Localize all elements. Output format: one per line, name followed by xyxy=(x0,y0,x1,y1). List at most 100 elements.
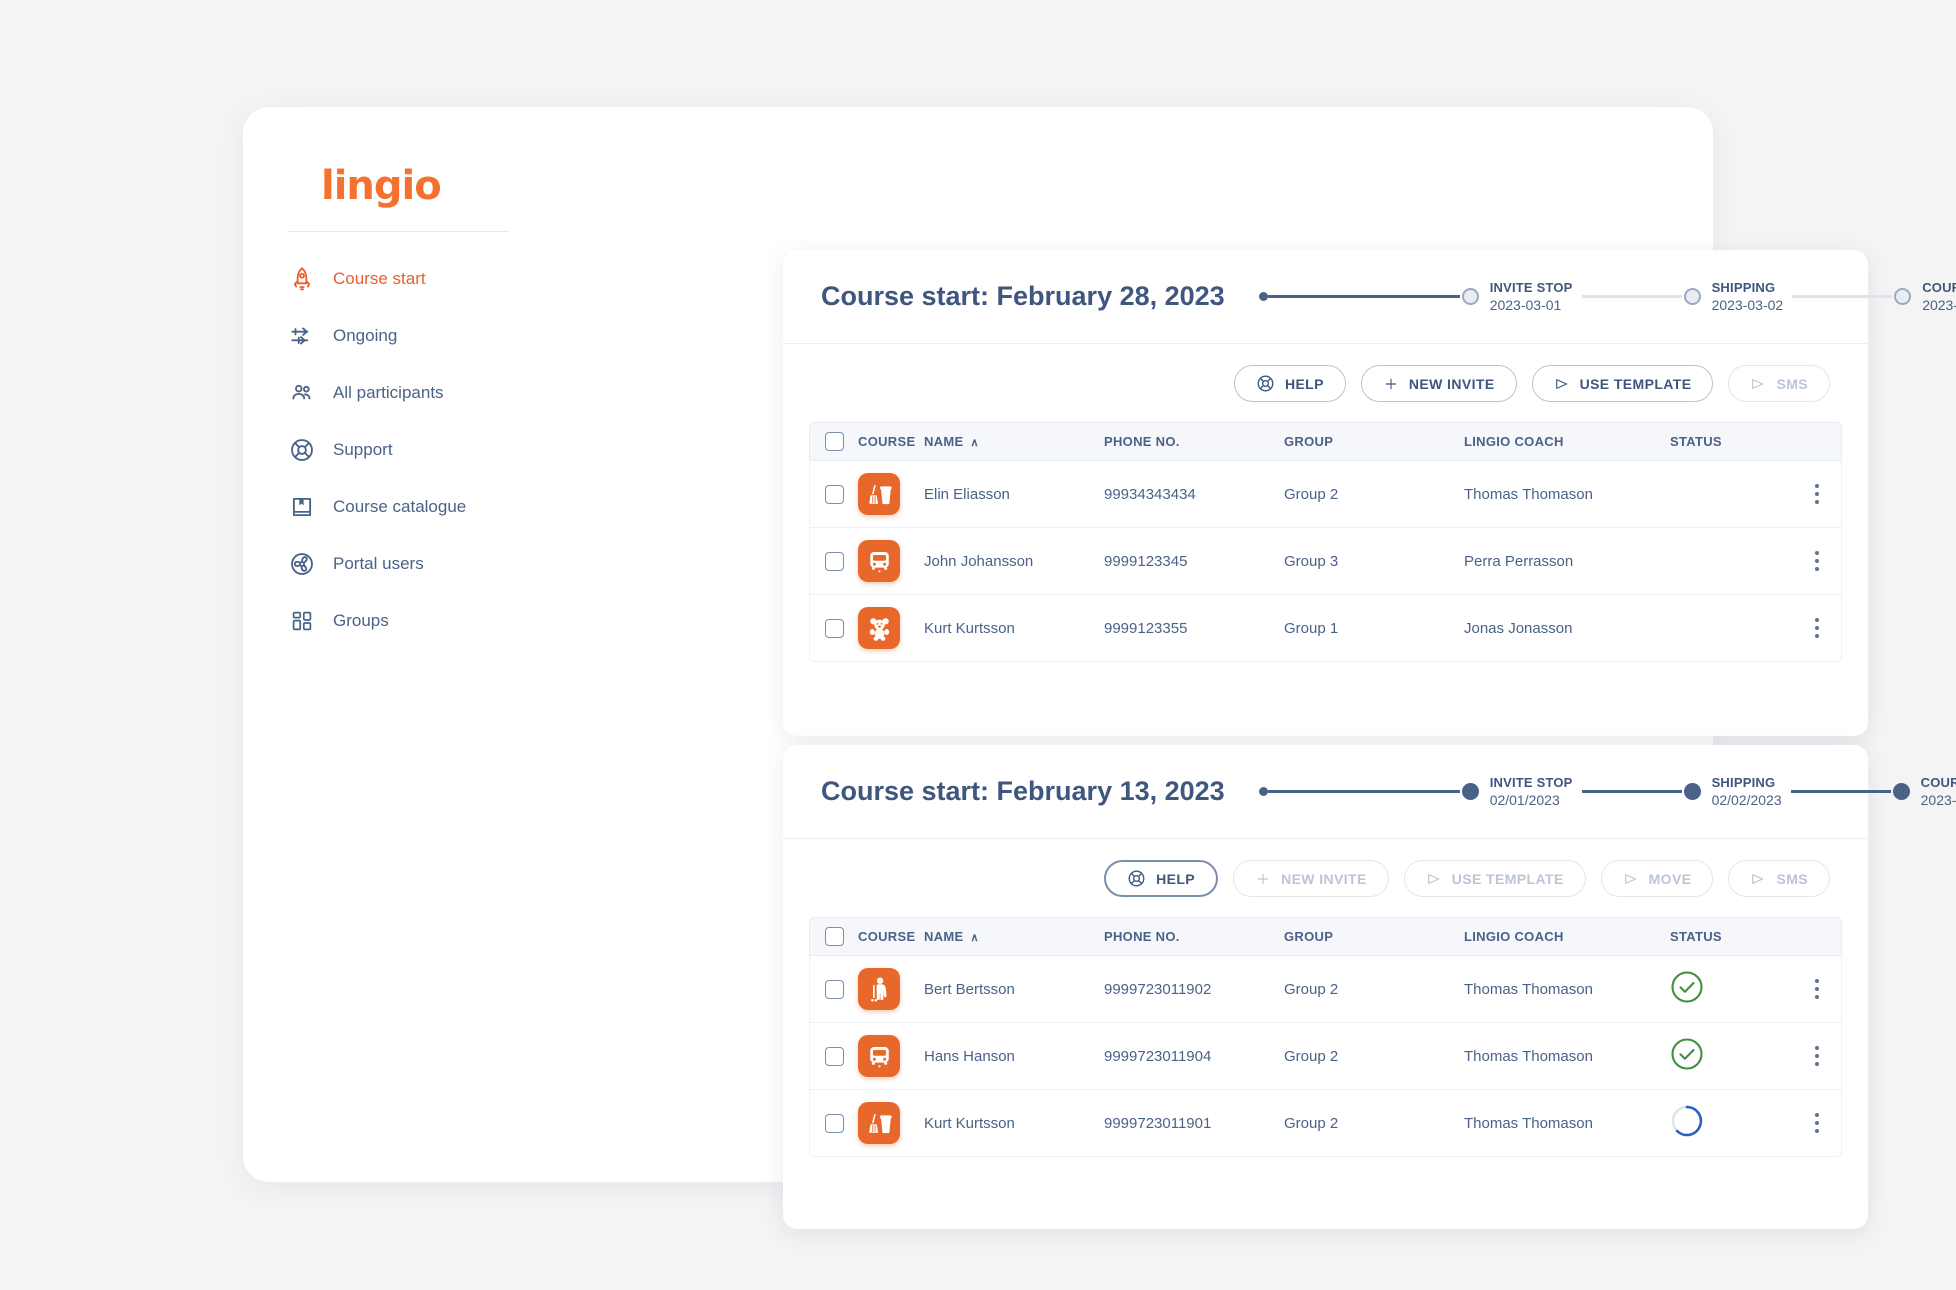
column-header-group: GROUP xyxy=(1284,929,1334,944)
column-header-name[interactable]: NAME ∧ xyxy=(924,434,1104,449)
row-actions-menu-icon[interactable] xyxy=(1815,618,1819,638)
row-actions-menu-icon[interactable] xyxy=(1815,484,1819,504)
send-icon xyxy=(1750,376,1766,392)
timeline-node xyxy=(1894,288,1912,305)
row-select-checkbox[interactable] xyxy=(824,484,844,504)
app-shell: lingio Course start Ongoing All participan… xyxy=(243,107,1956,1229)
send-icon xyxy=(1554,376,1570,392)
row-select-checkbox[interactable] xyxy=(824,618,844,638)
card-toolbar: HELP NEW INVITE USE TEMPLATE SMS xyxy=(783,344,1868,402)
status-complete-icon xyxy=(1670,1037,1704,1075)
teddy-bear-icon xyxy=(858,607,900,649)
row-actions-menu-icon[interactable] xyxy=(1815,1046,1819,1066)
milestone-timeline: INVITE STOP 2023-03-01 SHIPPING 2023-03-02 C… xyxy=(1258,280,1956,313)
cell-coach: Jonas Jonasson xyxy=(1464,619,1573,637)
row-select-checkbox[interactable] xyxy=(824,1113,844,1133)
table-header-row: COURSE NAME ∧ PHONE NO. GROUP LINGIO COACH STA… xyxy=(809,422,1842,461)
card-header: Course start: February 13, 2023 INVITE ST… xyxy=(783,745,1956,839)
timeline-stop: SHIPPING 02/02/2023 xyxy=(1712,775,1782,808)
people-group-icon xyxy=(287,378,317,408)
lifebuoy-icon xyxy=(287,435,317,465)
new-invite-button: NEW INVITE xyxy=(1233,860,1389,897)
timeline-stop-date: 02/01/2023 xyxy=(1489,792,1560,808)
timeline-stop-date: 2023-03-13 xyxy=(1922,297,1956,313)
sms-button: SMS xyxy=(1728,860,1830,897)
timeline-origin-dot xyxy=(1258,292,1268,301)
cell-coach: Thomas Thomason xyxy=(1464,980,1593,998)
column-header-group: GROUP xyxy=(1284,434,1334,449)
row-actions-menu-icon[interactable] xyxy=(1815,551,1819,571)
move-button: MOVE xyxy=(1600,860,1714,897)
button-label: NEW INVITE xyxy=(1408,375,1495,392)
use-template-button: USE TEMPLATE xyxy=(1403,860,1586,897)
sidebar-item-label: Groups xyxy=(333,610,389,630)
cell-group: Group 2 xyxy=(1284,1114,1339,1132)
timeline-node xyxy=(1683,288,1701,305)
timeline-bar xyxy=(1267,790,1460,793)
button-label: HELP xyxy=(1156,870,1196,887)
select-all-checkbox[interactable] xyxy=(824,432,844,451)
sidebar-item-portal-users[interactable]: Portal users xyxy=(287,535,543,592)
grid-squares-icon xyxy=(287,606,317,636)
timeline-stop: INVITE STOP 02/01/2023 xyxy=(1490,775,1573,808)
flow-arrows-icon xyxy=(287,321,317,351)
timeline-stop-name: SHIPPING xyxy=(1711,775,1776,790)
row-actions-menu-icon[interactable] xyxy=(1815,979,1819,999)
help-button[interactable]: HELP xyxy=(1104,860,1219,897)
button-label: NEW INVITE xyxy=(1281,870,1367,887)
timeline-bar xyxy=(1581,790,1682,793)
cell-group: Group 3 xyxy=(1284,552,1339,570)
cell-group: Group 2 xyxy=(1284,485,1339,503)
help-button[interactable]: HELP xyxy=(1233,365,1346,402)
sidebar-item-ongoing[interactable]: Ongoing xyxy=(287,307,543,364)
cell-coach: Thomas Thomason xyxy=(1464,1114,1593,1132)
timeline-node xyxy=(1683,783,1701,800)
lifebuoy-icon xyxy=(1127,869,1146,888)
sidebar-item-all-participants[interactable]: All participants xyxy=(287,364,543,421)
sms-button: SMS xyxy=(1728,365,1830,402)
table-row: Kurt Kurtsson 9999123355 Group 1 Jonas Jona… xyxy=(809,595,1842,662)
participants-table: COURSE NAME ∧ PHONE NO. GROUP LINGIO COACH STA… xyxy=(783,897,1868,1157)
column-header-name[interactable]: NAME ∧ xyxy=(924,929,1104,944)
sort-ascending-icon: ∧ xyxy=(970,437,979,449)
timeline-stop-name: INVITE STOP xyxy=(1489,775,1573,790)
sidebar-item-label: Portal users xyxy=(333,553,424,573)
course-card: Course start: February 13, 2023 INVITE ST… xyxy=(783,745,1956,1229)
select-all-checkbox[interactable] xyxy=(824,927,844,946)
column-header-phone: PHONE NO. xyxy=(1104,929,1180,944)
content-area: Course start: February 28, 2023 INVITE ST… xyxy=(543,107,1956,1229)
column-header-coach: LINGIO COACH xyxy=(1464,434,1564,449)
sidebar: lingio Course start Ongoing All participan… xyxy=(243,107,543,1182)
column-header-status: STATUS xyxy=(1670,434,1722,449)
timeline-stop-name: COURSE START xyxy=(1922,280,1956,295)
card-toolbar: HELP NEW INVITE USE TEMPLATE MOVE SMS xyxy=(783,839,1868,897)
cell-name: John Johansson xyxy=(924,552,1034,570)
new-invite-button[interactable]: NEW INVITE xyxy=(1360,365,1517,402)
cell-group: Group 2 xyxy=(1284,1047,1339,1065)
use-template-button[interactable]: USE TEMPLATE xyxy=(1531,365,1714,402)
cell-group: Group 2 xyxy=(1284,980,1339,998)
sidebar-item-support[interactable]: Support xyxy=(287,421,543,478)
cell-name: Bert Bertsson xyxy=(924,980,1015,998)
bus-icon xyxy=(858,540,900,582)
button-label: USE TEMPLATE xyxy=(1579,375,1692,392)
timeline-stop-name: INVITE STOP xyxy=(1489,280,1573,295)
column-header-status: STATUS xyxy=(1670,929,1722,944)
button-label: MOVE xyxy=(1648,870,1692,887)
row-select-checkbox[interactable] xyxy=(824,551,844,571)
sidebar-item-groups[interactable]: Groups xyxy=(287,592,543,649)
row-select-checkbox[interactable] xyxy=(824,979,844,999)
sidebar-nav: Course start Ongoing All participants Suppo… xyxy=(287,250,543,649)
sidebar-item-course-start[interactable]: Course start xyxy=(287,250,543,307)
table-row: John Johansson 9999123345 Group 3 Perra Per… xyxy=(809,528,1842,595)
milestone-timeline: INVITE STOP 02/01/2023 SHIPPING 02/02/2023 C… xyxy=(1258,775,1956,808)
timeline-origin-dot xyxy=(1258,787,1268,796)
row-actions-menu-icon[interactable] xyxy=(1815,1113,1819,1133)
sidebar-item-course-catalogue[interactable]: Course catalogue xyxy=(287,478,543,535)
status-complete-icon xyxy=(1670,970,1704,1008)
fan-circle-icon xyxy=(287,549,317,579)
plus-icon xyxy=(1255,871,1271,887)
row-select-checkbox[interactable] xyxy=(824,1046,844,1066)
lingio-logo: lingio xyxy=(321,163,442,209)
plus-icon xyxy=(1383,376,1399,392)
